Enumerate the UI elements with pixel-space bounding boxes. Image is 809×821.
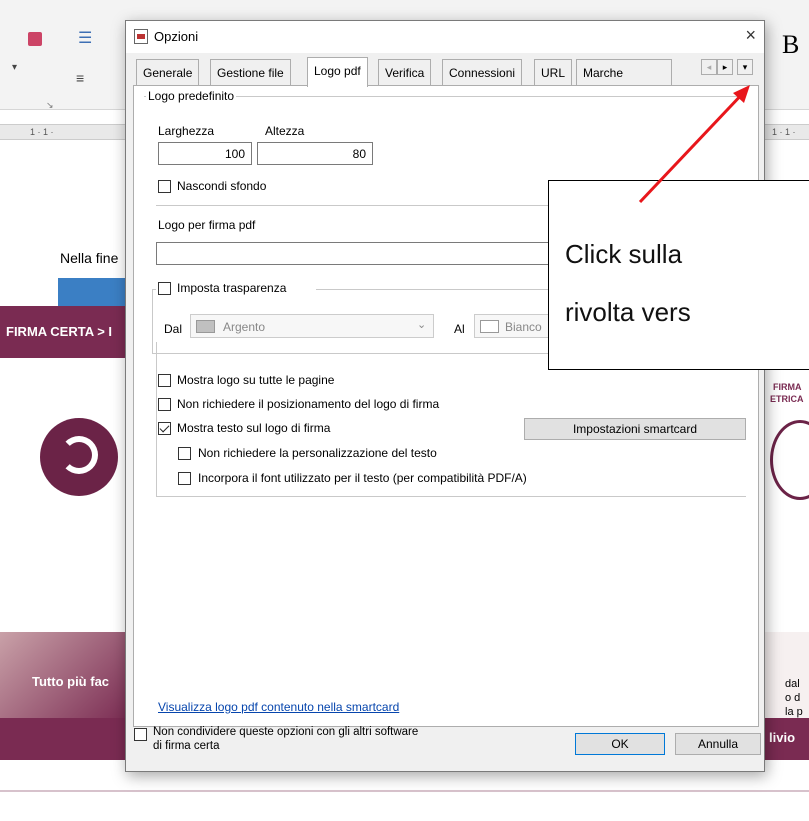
annotation-arrow [638, 85, 750, 204]
arrow-line [638, 88, 748, 204]
